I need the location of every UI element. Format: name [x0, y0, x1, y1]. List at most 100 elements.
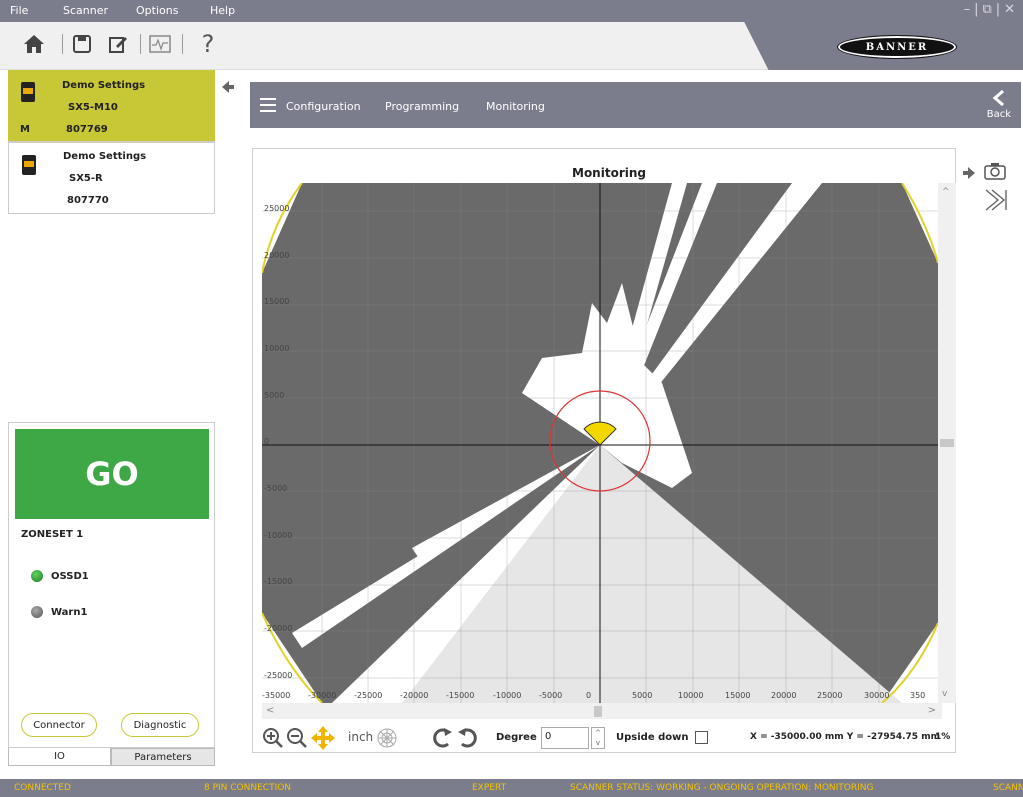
- device-item-sx5-m10[interactable]: Demo Settings SX5-M10 M 807769: [8, 70, 215, 142]
- expand-arrow-icon[interactable]: [962, 166, 976, 180]
- unit-toggle[interactable]: inch: [348, 730, 373, 744]
- y-tick-label: -10000: [264, 531, 293, 540]
- x-tick-label: -15000: [446, 691, 475, 700]
- nav-configuration[interactable]: Configuration: [286, 100, 361, 113]
- x-tick-label: 350: [910, 691, 926, 700]
- monitoring-plot[interactable]: [262, 183, 938, 703]
- y-tick-label: -5000: [264, 484, 288, 493]
- y-tick-label: 15000: [264, 297, 290, 306]
- menu-help[interactable]: Help: [210, 4, 235, 17]
- scroll-thumb[interactable]: [940, 439, 954, 447]
- tab-parameters[interactable]: Parameters: [111, 748, 215, 766]
- x-tick-label: -5000: [539, 691, 563, 700]
- vertical-scrollbar[interactable]: ^ v: [938, 183, 956, 703]
- toolbar-separator: [62, 34, 63, 54]
- polar-grid-icon[interactable]: [376, 727, 398, 749]
- warn1-label: Warn1: [51, 607, 88, 618]
- warn1-led: [31, 606, 43, 618]
- y-tick-label: 25000: [264, 204, 290, 213]
- nav-bar: Configuration Programming Monitoring Bac…: [250, 82, 1021, 128]
- device-name: Demo Settings: [63, 151, 147, 162]
- device-name: Demo Settings: [62, 80, 146, 91]
- banner-logo: BANNER: [837, 35, 957, 59]
- tab-io[interactable]: IO: [8, 748, 111, 766]
- window-controls[interactable]: –|⧉|✕: [964, 2, 1019, 17]
- menu-file[interactable]: File: [10, 4, 28, 17]
- hamburger-menu-icon[interactable]: [260, 98, 276, 116]
- zoom-level: 1%: [935, 732, 951, 742]
- device-badge: M: [20, 124, 30, 135]
- rotate-left-icon[interactable]: [430, 726, 454, 750]
- scroll-left-icon[interactable]: <: [266, 705, 274, 716]
- upside-down-checkbox[interactable]: [695, 731, 708, 744]
- collapse-panel-arrow-icon[interactable]: [221, 80, 235, 97]
- scroll-right-icon[interactable]: >: [928, 705, 936, 716]
- edit-document-icon[interactable]: [104, 30, 132, 58]
- x-tick-label: 10000: [678, 691, 704, 700]
- status-bar: CONNECTED 8 PIN CONNECTION EXPERT SCANNE…: [0, 779, 1023, 797]
- camera-icon[interactable]: [984, 162, 1006, 180]
- y-tick-label: 5000: [264, 391, 285, 400]
- x-tick-label: 25000: [817, 691, 843, 700]
- horizontal-scrollbar[interactable]: < >: [262, 703, 942, 719]
- y-tick-label: -15000: [264, 577, 293, 586]
- cursor-coordinates: X = -35000.00 mm Y = -27954.75 mm: [750, 732, 940, 742]
- ossd1-label: OSSD1: [51, 571, 89, 582]
- help-icon[interactable]: ?: [194, 30, 222, 58]
- back-chevron-icon: [992, 89, 1004, 107]
- y-tick-label: 0: [264, 437, 270, 446]
- access-mode: EXPERT: [472, 783, 507, 793]
- home-icon[interactable]: [20, 30, 48, 58]
- waveform-icon[interactable]: [146, 30, 174, 58]
- toolbar-separator: [140, 34, 141, 54]
- menu-bar: File Scanner Options Help –|⧉|✕: [0, 0, 1023, 22]
- scroll-up-icon[interactable]: ^: [942, 187, 950, 197]
- scanner-icon: [22, 155, 36, 175]
- diagnostic-button[interactable]: Diagnostic: [121, 713, 199, 737]
- y-tick-label: 20000: [264, 251, 290, 260]
- connector-button[interactable]: Connector: [21, 713, 97, 737]
- ossd1-led: [31, 570, 43, 582]
- zoneset-label: ZONESET 1: [21, 529, 84, 540]
- scanner-status: SCANNER STATUS: WORKING - ONGOING OPERAT…: [570, 783, 874, 793]
- rotate-right-icon[interactable]: [456, 726, 480, 750]
- nav-monitoring[interactable]: Monitoring: [486, 100, 545, 113]
- back-button[interactable]: Back: [987, 89, 1011, 120]
- x-tick-label: 0: [586, 691, 592, 700]
- scan-lines-icon[interactable]: [984, 188, 1008, 212]
- x-tick-label: -10000: [493, 691, 522, 700]
- y-tick-label: 10000: [264, 344, 290, 353]
- nav-programming[interactable]: Programming: [385, 100, 459, 113]
- plot-title: Monitoring: [572, 166, 646, 180]
- scroll-down-icon[interactable]: v: [942, 689, 947, 699]
- upside-down-label: Upside down: [616, 732, 689, 743]
- degree-label: Degree: [496, 732, 537, 743]
- scroll-thumb[interactable]: [594, 706, 602, 717]
- status-overflow: SCANN: [993, 783, 1023, 793]
- zoom-out-icon[interactable]: [286, 727, 308, 749]
- status-panel: GO ZONESET 1 OSSD1 Warn1 Connector Diagn…: [8, 422, 215, 748]
- device-serial: 807770: [67, 195, 109, 206]
- y-tick-label: -25000: [264, 671, 293, 680]
- connection-status: CONNECTED: [14, 783, 71, 793]
- degree-input[interactable]: 0: [541, 727, 589, 749]
- pan-icon[interactable]: [310, 725, 336, 751]
- go-indicator: GO: [15, 429, 209, 519]
- save-icon[interactable]: [68, 30, 96, 58]
- x-tick-label: 20000: [771, 691, 797, 700]
- x-tick-label: -35000: [262, 691, 291, 700]
- menu-scanner[interactable]: Scanner: [63, 4, 108, 17]
- x-tick-label: -25000: [354, 691, 383, 700]
- device-item-sx5-r[interactable]: Demo Settings SX5-R 807770: [8, 142, 215, 214]
- zoom-in-icon[interactable]: [262, 727, 284, 749]
- degree-stepper[interactable]: ^ v: [591, 727, 605, 749]
- device-model: SX5-M10: [68, 102, 118, 113]
- x-tick-label: 30000: [864, 691, 890, 700]
- scanner-icon: [21, 82, 35, 102]
- device-model: SX5-R: [69, 173, 103, 184]
- device-serial: 807769: [66, 124, 108, 135]
- menu-options[interactable]: Options: [136, 4, 178, 17]
- x-tick-label: -30000: [308, 691, 337, 700]
- x-tick-label: -20000: [400, 691, 429, 700]
- x-tick-label: 5000: [632, 691, 653, 700]
